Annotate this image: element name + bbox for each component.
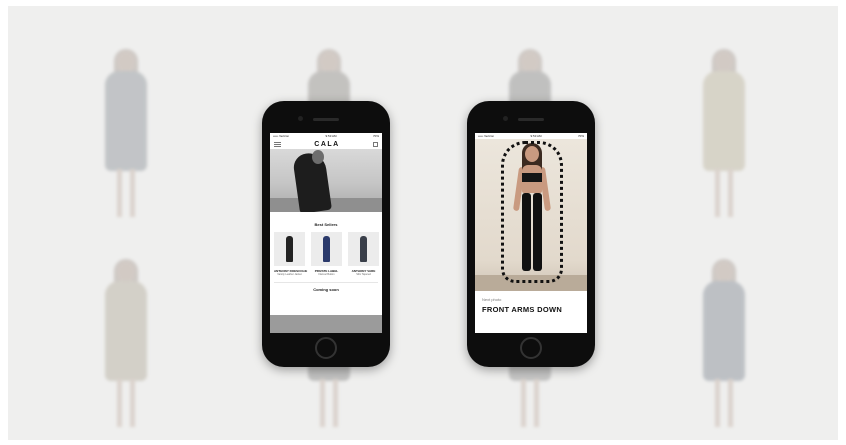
product-card[interactable]: PRIVATE LABEL Flannel Button xyxy=(311,232,342,276)
product-carousel[interactable]: ANTHONY DOESCOLIE Varsity Leather Jacket… xyxy=(270,232,382,276)
photo-caption: Next photo FRONT ARMS DOWN xyxy=(475,291,587,333)
carrier-label: ••••• Verizon xyxy=(273,134,290,138)
coming-soon-banner[interactable] xyxy=(270,315,382,333)
background-figure xyxy=(105,49,147,221)
product-desc: Slim Tapered xyxy=(356,273,371,276)
time-label: 9:53 AM xyxy=(530,134,542,138)
left-phone: ••••• Verizon 9:53 AM 70% CALA Best Sell… xyxy=(262,101,390,367)
product-desc: Flannel Button xyxy=(318,273,335,276)
app-logo: CALA xyxy=(314,140,340,148)
background-figure xyxy=(703,49,745,221)
background-figure xyxy=(105,259,147,431)
product-card[interactable]: ANTHONY VARE Slim Tapered xyxy=(348,232,379,276)
speaker-grille xyxy=(518,118,544,121)
menu-icon[interactable] xyxy=(274,141,281,147)
product-image xyxy=(311,232,342,266)
product-image xyxy=(348,232,379,266)
camera-icon xyxy=(503,116,508,121)
product-desc: Varsity Leather Jacket xyxy=(277,273,302,276)
home-button[interactable] xyxy=(315,337,337,359)
body-outline-guide xyxy=(501,141,563,283)
battery-label: 70% xyxy=(372,134,379,138)
background-figure xyxy=(703,259,745,431)
left-phone-screen: ••••• Verizon 9:53 AM 70% CALA Best Sell… xyxy=(270,133,382,333)
battery-label: 70% xyxy=(577,134,584,138)
product-image xyxy=(274,232,305,266)
hero-banner[interactable] xyxy=(270,149,382,212)
right-phone-screen: ••••• Verizon 9:53 AM 70% Next photo FRO… xyxy=(475,133,587,333)
shopping-bag-icon[interactable] xyxy=(372,141,378,147)
next-photo-label: Next photo xyxy=(482,297,502,302)
body-scan-photo xyxy=(475,139,587,291)
right-phone: ••••• Verizon 9:53 AM 70% Next photo FRO… xyxy=(467,101,595,367)
carrier-label: ••••• Verizon xyxy=(478,134,495,138)
home-button[interactable] xyxy=(520,337,542,359)
section-title: Best Sellers xyxy=(314,222,338,227)
app-bar: CALA xyxy=(270,139,382,149)
speaker-grille xyxy=(313,118,339,121)
pose-title: FRONT ARMS DOWN xyxy=(482,305,563,314)
time-label: 9:53 AM xyxy=(325,134,337,138)
background-stage: ••••• Verizon 9:53 AM 70% CALA Best Sell… xyxy=(8,6,838,440)
product-card[interactable]: ANTHONY DOESCOLIE Varsity Leather Jacket xyxy=(274,232,307,276)
divider xyxy=(274,282,378,283)
coming-soon-title: Coming soon xyxy=(313,287,339,292)
camera-icon xyxy=(298,116,303,121)
